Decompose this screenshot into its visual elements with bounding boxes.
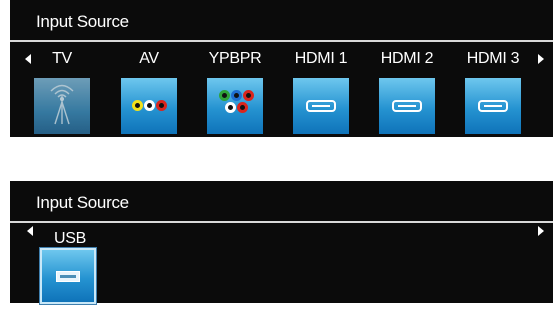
source-label-av: AV (139, 50, 159, 67)
usb-port-icon (56, 271, 80, 282)
source-tile-tv[interactable] (34, 78, 90, 134)
rca-white-jack-icon (144, 100, 155, 111)
source-tile-av[interactable] (121, 78, 177, 134)
scroll-left-arrow-icon[interactable] (27, 226, 33, 236)
source-label-hdmi-2: HDMI 2 (380, 50, 434, 67)
hdmi-port-icon (306, 100, 336, 112)
rca-red-jack-icon (156, 100, 167, 111)
scroll-right-arrow-icon[interactable] (538, 226, 544, 236)
panel-title: Input Source (36, 193, 129, 212)
rca-yellow-jack-icon (132, 100, 143, 111)
rca-blue-jack-icon (231, 90, 242, 101)
source-label-hdmi-1: HDMI 1 (294, 50, 348, 67)
title-divider (10, 221, 553, 223)
source-label-tv: TV (52, 50, 72, 67)
panel-title: Input Source (36, 12, 129, 31)
hdmi-port-icon (478, 100, 508, 112)
source-label-ypbpr: YPBPR (208, 50, 262, 67)
hdmi-port-icon (392, 100, 422, 112)
rca-white-jack-icon (225, 102, 236, 113)
antenna-icon (50, 84, 74, 125)
input-source-panel-bottom: Input Source USB (10, 181, 553, 304)
rca-red-jack-icon (237, 102, 248, 113)
source-label-hdmi-3: HDMI 3 (466, 50, 520, 67)
title-divider (10, 40, 553, 42)
rca-green-jack-icon (219, 90, 230, 101)
source-tile-ypbpr[interactable] (207, 78, 263, 134)
scroll-right-arrow-icon[interactable] (538, 54, 544, 64)
input-source-panel-top: Input Source TV AV YPBPR HDMI 1 HDMI 2 H… (10, 0, 553, 137)
source-label-usb: USB (54, 230, 86, 247)
source-tile-usb[interactable] (40, 248, 96, 304)
scroll-left-arrow-icon[interactable] (25, 54, 31, 64)
source-tile-hdmi-1[interactable] (293, 78, 349, 134)
rca-red-jack-icon (243, 90, 254, 101)
source-tile-hdmi-3[interactable] (465, 78, 521, 134)
source-tile-hdmi-2[interactable] (379, 78, 435, 134)
